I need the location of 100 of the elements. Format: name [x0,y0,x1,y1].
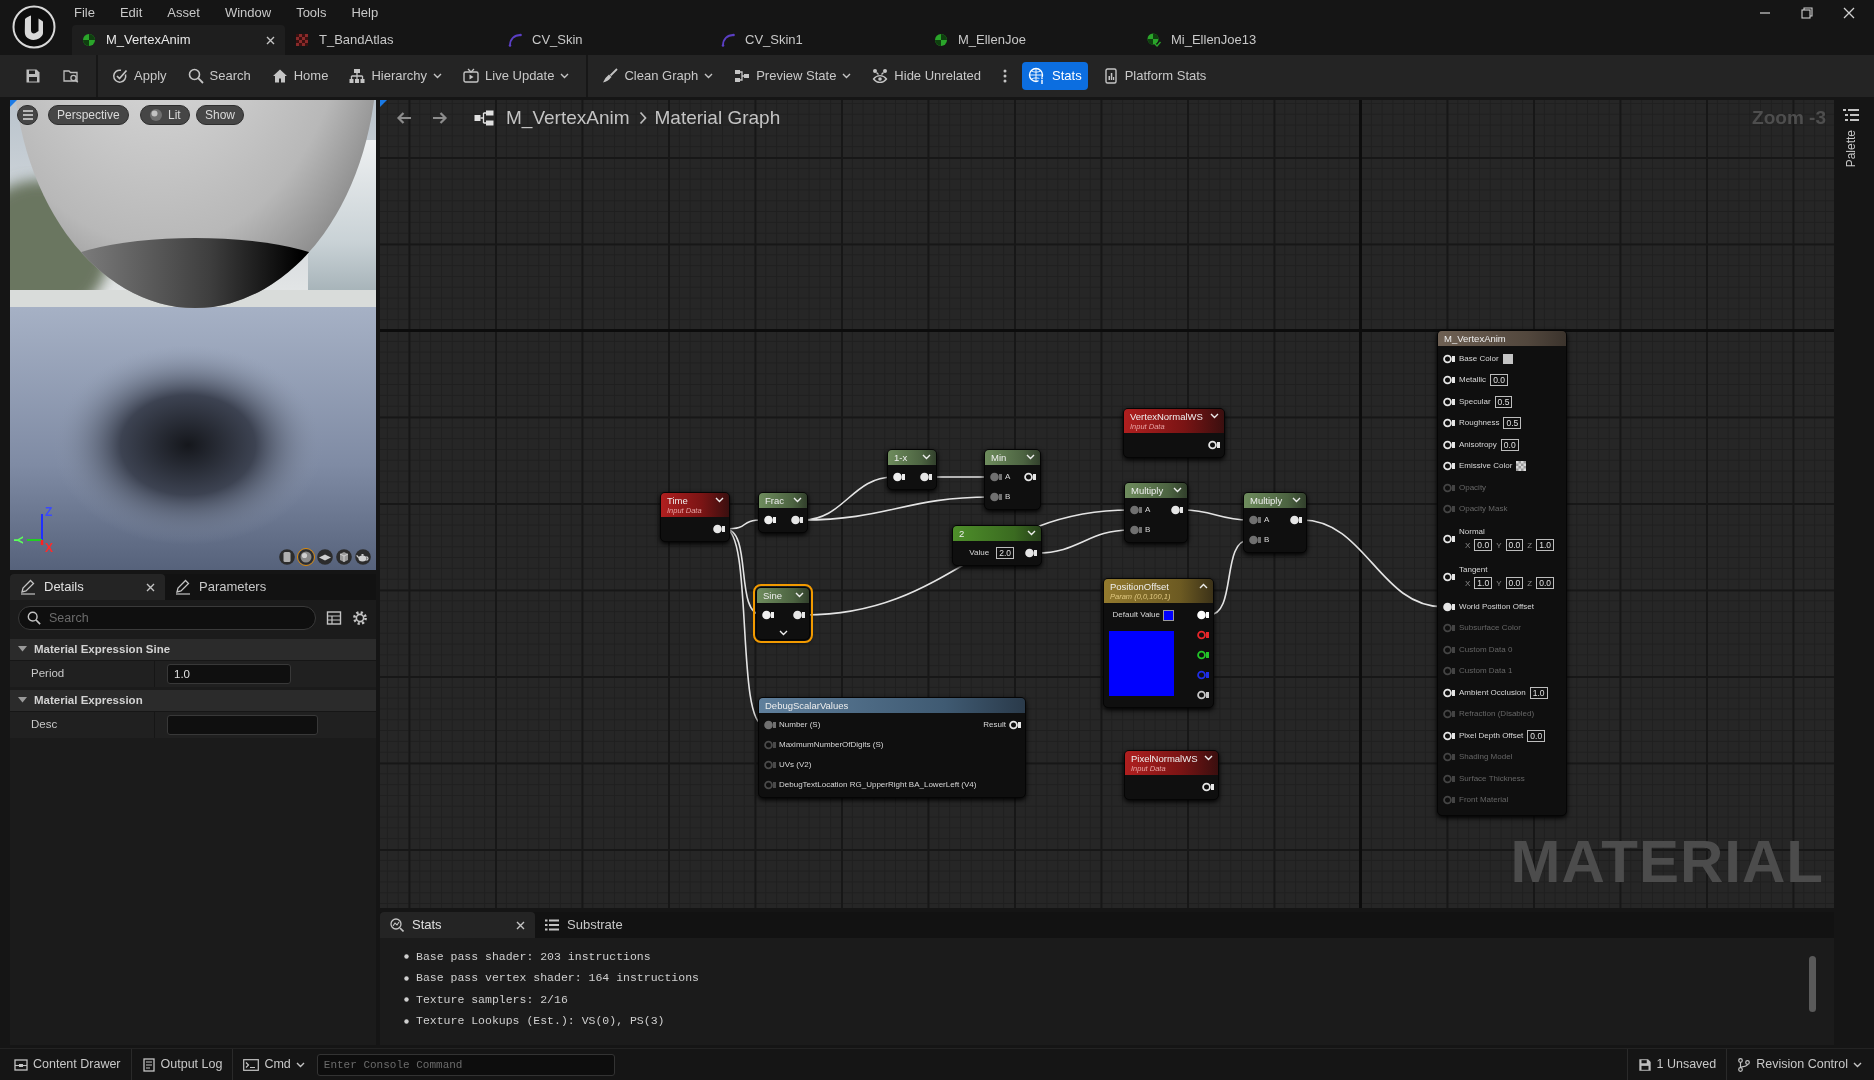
pin-icon[interactable] [1443,572,1455,582]
menu-item[interactable]: Asset [165,4,202,21]
pin-icon[interactable] [920,472,932,482]
menu-item[interactable]: Help [349,4,381,21]
pin-icon[interactable] [1024,472,1036,482]
toolbar-button[interactable]: Home [265,63,335,89]
preview-mesh-button[interactable] [297,548,315,566]
graph-node[interactable]: DebugScalarValues Number (S) Result MaximumNumberOfDigits (S) UVs (V2) DebugTextLocation RG_UpperRight BA_LowerLeft (V4) [758,697,1026,798]
pin-icon[interactable] [1443,439,1455,450]
pin-icon[interactable] [1025,548,1037,558]
toolbar-button[interactable]: Stats [1022,62,1088,90]
chevron-icon[interactable] [715,497,724,503]
preview-mesh-button[interactable] [354,548,372,566]
graph-node[interactable]: 1-x [887,449,937,490]
value-field[interactable]: 1.0 [1474,577,1493,590]
color-swatch-icon[interactable] [1163,609,1174,621]
pin-icon[interactable] [1443,730,1455,741]
pin-icon[interactable] [1443,601,1455,612]
status-button[interactable]: Output Log [135,1054,229,1075]
graph-node[interactable]: Sine [756,587,810,640]
chevron-icon[interactable] [793,497,802,503]
preview-mesh-button[interactable] [316,548,334,566]
panel-tab[interactable]: Details [10,574,165,600]
revision-control-button[interactable]: Revision Control [1731,1054,1868,1075]
menu-item[interactable]: Edit [117,4,145,21]
viewport-button[interactable]: Show [196,105,245,125]
graph-node[interactable]: Min A B [984,449,1041,510]
chevron-icon[interactable] [1204,755,1213,761]
value-field[interactable]: 0.0 [1527,729,1546,742]
chevron-icon[interactable] [1027,530,1036,536]
unsaved-button[interactable]: 1 Unsaved [1631,1054,1723,1075]
panel-tab[interactable]: Stats [380,912,535,938]
pin-icon[interactable] [793,610,805,620]
table-view-button[interactable] [326,610,342,626]
close-icon[interactable] [266,35,275,45]
search-field[interactable]: Search [18,606,316,630]
value-field[interactable]: 0.0 [1474,539,1493,552]
editor-tab[interactable]: CV_Skin1 [711,25,924,55]
chevron-icon[interactable] [1292,497,1301,503]
pin-icon[interactable] [1197,650,1209,660]
chevron-icon[interactable] [1210,413,1219,419]
chevron-icon[interactable] [922,454,931,460]
forward-arrow-icon[interactable] [432,110,448,126]
toolbar-button[interactable]: Preview State [728,63,858,89]
editor-tab[interactable]: CV_Skin [498,25,711,55]
section-header[interactable]: Material Expression Sine [10,639,376,660]
menu-item[interactable]: Window [222,4,274,21]
editor-tab[interactable]: T_BandAtlas [285,25,498,55]
pin-icon[interactable] [791,515,803,525]
close-icon[interactable] [516,920,525,930]
status-button[interactable]: Content Drawer [8,1054,127,1075]
material-output-node[interactable] [1437,330,1567,816]
value-field[interactable]: 0.5 [1494,395,1513,408]
section-header[interactable]: Material Expression [10,690,376,711]
cmd-dropdown[interactable]: Cmd [237,1054,311,1075]
breadcrumb-link[interactable]: M_VertexAnim [506,106,630,130]
back-arrow-icon[interactable] [396,110,412,126]
pin-icon[interactable] [1202,782,1214,792]
value-field[interactable]: 0.0 [1500,438,1519,451]
settings-button[interactable] [352,610,368,626]
value-field[interactable]: 1.0 [1536,539,1555,552]
value-field[interactable]: 1.0 [1529,686,1548,699]
palette-tab[interactable]: Palette [1841,104,1861,172]
pin-icon[interactable] [762,610,774,620]
graph-node[interactable]: Frac [758,492,808,533]
pin-icon[interactable] [893,472,905,482]
menu-item[interactable]: Tools [294,4,329,21]
pin-icon[interactable] [1197,610,1209,620]
value-field[interactable] [167,715,318,735]
pin-icon[interactable] [1443,461,1455,472]
pin-icon[interactable] [1443,375,1455,386]
value-field[interactable]: 1.0 [167,664,291,684]
pin-icon[interactable] [1443,396,1455,407]
chevron-icon[interactable] [1026,454,1035,460]
viewport-button[interactable]: Lit [140,105,190,125]
toolbar-button[interactable]: Platform Stats [1096,63,1213,89]
pin-icon[interactable] [1443,418,1455,429]
console-input[interactable]: Enter Console Command [316,1053,615,1076]
menu-item[interactable]: File [72,4,97,21]
pin-icon[interactable] [1290,515,1302,525]
chevron-icon[interactable] [1199,583,1208,589]
preview-mesh-button[interactable] [278,548,296,566]
pin-icon[interactable] [1443,687,1455,698]
graph-node[interactable]: Multiply A B [1243,492,1307,553]
value-field[interactable]: 0.0 [1536,577,1555,590]
chevron-icon[interactable] [778,630,788,636]
value-field[interactable]: 0.0 [1490,374,1508,387]
value-field[interactable]: 0.5 [1503,417,1522,430]
pin-icon[interactable] [1171,505,1183,515]
breadcrumb-link[interactable]: Material Graph [654,106,781,130]
toolbar-button[interactable]: Hide Unrelated [866,63,988,89]
editor-tab[interactable]: M_EllenJoe [924,25,1137,55]
preview-mesh-button[interactable] [335,548,353,566]
close-icon[interactable] [146,582,155,592]
pin-icon[interactable] [713,524,725,534]
toolbar-button[interactable]: Live Update [457,63,576,89]
graph-node[interactable]: Multiply A B [1124,482,1188,543]
toolbar-button[interactable]: Search [181,63,257,89]
panel-tab[interactable]: Substrate [535,912,690,938]
pin-icon[interactable] [1208,440,1220,450]
